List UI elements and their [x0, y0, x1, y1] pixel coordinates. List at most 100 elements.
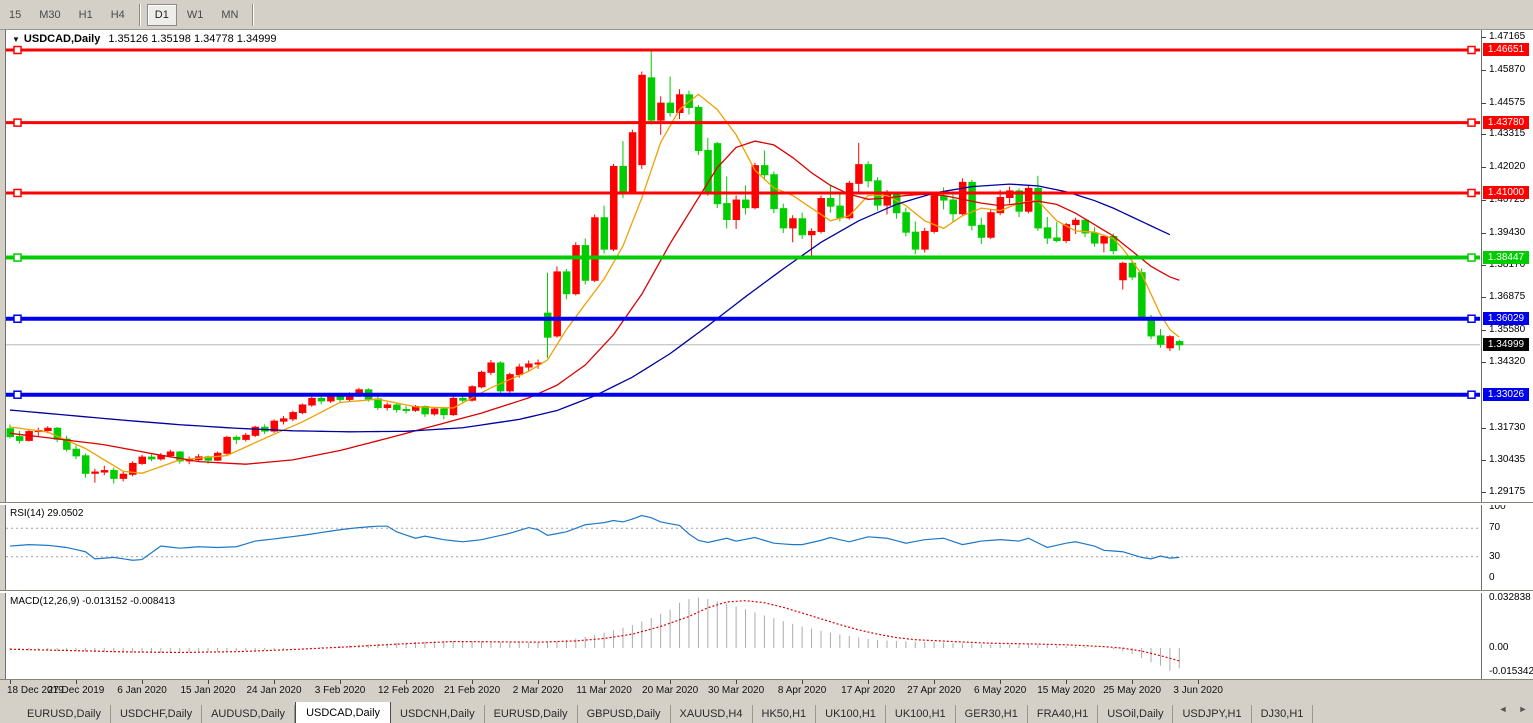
hline-handle[interactable]: [14, 315, 21, 322]
tab-gbpusd-daily[interactable]: GBPUSD,Daily: [578, 705, 671, 723]
time-tick: [76, 680, 77, 684]
current-price-badge: 1.34999: [1483, 338, 1529, 351]
symbol-dropdown-icon[interactable]: ▼: [12, 35, 20, 44]
date-label: 27 Dec 2019: [48, 685, 105, 696]
tab-hk50-h1[interactable]: HK50,H1: [753, 705, 817, 723]
time-tick: [1066, 680, 1067, 684]
time-tick: [934, 680, 935, 684]
timeframe-button-MN[interactable]: MN: [213, 4, 246, 26]
time-axis[interactable]: 18 Dec 201927 Dec 20196 Jan 202015 Jan 2…: [0, 679, 1533, 702]
price-tick-label: 1.35580: [1489, 324, 1525, 335]
hline-handle[interactable]: [1468, 189, 1475, 196]
pane-separator[interactable]: [0, 502, 1533, 505]
hline-handle[interactable]: [1468, 47, 1475, 54]
tab-eurusd-daily[interactable]: EURUSD,Daily: [485, 705, 578, 723]
price-level-badge: 1.36029: [1483, 312, 1529, 325]
chart-tabs-bar: EURUSD,DailyUSDCHF,DailyAUDUSD,DailyUSDC…: [0, 701, 1533, 723]
axis-tick: [1481, 167, 1486, 168]
time-tick: [802, 680, 803, 684]
price-tick-label: 1.36875: [1489, 291, 1525, 302]
tab-scroll-left-icon[interactable]: ◄: [1497, 704, 1509, 714]
timeframe-button-H1[interactable]: H1: [71, 4, 101, 26]
tab-usdchf-daily[interactable]: USDCHF,Daily: [111, 705, 202, 723]
time-tick: [472, 680, 473, 684]
time-tick: [274, 680, 275, 684]
hline-handle[interactable]: [1468, 254, 1475, 261]
axis-tick: [1481, 297, 1486, 298]
date-label: 25 May 2020: [1103, 685, 1161, 696]
macd-tick-label: -0.015342: [1489, 666, 1533, 677]
macd-tick-label: 0.032838: [1489, 592, 1531, 603]
candles: [7, 50, 1183, 483]
price-tick-label: 1.29175: [1489, 486, 1525, 497]
tabbar-spacer: [0, 703, 18, 723]
rsi-tick-label: 30: [1489, 551, 1500, 562]
ma-mid[interactable]: [10, 141, 1179, 464]
timeframe-button-M30[interactable]: M30: [31, 4, 68, 26]
hline-handle[interactable]: [14, 391, 21, 398]
tab-eurusd-daily[interactable]: EURUSD,Daily: [18, 705, 111, 723]
macd-tick-label: 0.00: [1489, 642, 1508, 653]
date-label: 6 Jan 2020: [117, 685, 167, 696]
time-tick: [736, 680, 737, 684]
axis-tick: [1481, 134, 1486, 135]
tab-fra40-h1[interactable]: FRA40,H1: [1028, 705, 1098, 723]
chart-symbol-label: USDCAD,Daily: [24, 33, 100, 45]
time-tick: [142, 680, 143, 684]
tab-usdcnh-daily[interactable]: USDCNH,Daily: [391, 705, 485, 723]
rsi-label: RSI(14) 29.0502: [10, 508, 83, 519]
price-tick-label: 1.43315: [1489, 128, 1525, 139]
date-label: 27 Apr 2020: [907, 685, 961, 696]
tab-scroll-right-icon[interactable]: ►: [1517, 704, 1529, 714]
price-tick-label: 1.45870: [1489, 64, 1525, 75]
date-label: 30 Mar 2020: [708, 685, 764, 696]
price-level-badge: 1.46651: [1483, 43, 1529, 56]
macd-pane[interactable]: [0, 592, 1533, 678]
tab-usoil-daily[interactable]: USOil,Daily: [1098, 705, 1173, 723]
time-tick: [406, 680, 407, 684]
hline-handle[interactable]: [14, 189, 21, 196]
hline-handle[interactable]: [1468, 315, 1475, 322]
date-label: 21 Feb 2020: [444, 685, 500, 696]
timeframe-toolbar: 15M30H1H4 D1W1MN: [0, 0, 1533, 30]
date-label: 3 Jun 2020: [1173, 685, 1223, 696]
ma-fast[interactable]: [10, 94, 1179, 473]
rsi-pane[interactable]: [0, 504, 1533, 590]
rsi-tick-label: 70: [1489, 522, 1500, 533]
date-label: 6 May 2020: [974, 685, 1026, 696]
hline-handle[interactable]: [14, 47, 21, 54]
axis-tick: [1481, 492, 1486, 493]
date-label: 20 Mar 2020: [642, 685, 698, 696]
timeframe-button-D1[interactable]: D1: [147, 4, 177, 26]
price-tick-label: 1.44575: [1489, 97, 1525, 108]
hline-handle[interactable]: [14, 254, 21, 261]
price-level-badge: 1.43780: [1483, 116, 1529, 129]
tab-uk100-h1[interactable]: UK100,H1: [886, 705, 956, 723]
date-label: 24 Jan 2020: [247, 685, 302, 696]
price-tick-label: 1.30435: [1489, 454, 1525, 465]
timeframe-button-15[interactable]: 15: [1, 4, 29, 26]
tab-usdjpy-h1[interactable]: USDJPY,H1: [1173, 705, 1251, 723]
tab-scroll-nav: ◄ ►: [1497, 704, 1529, 714]
tab-usdcad-daily[interactable]: USDCAD,Daily: [295, 701, 391, 723]
date-label: 11 Mar 2020: [576, 685, 631, 696]
timeframe-button-W1[interactable]: W1: [179, 4, 212, 26]
price-axis-border: [1481, 30, 1482, 679]
hline-handle[interactable]: [1468, 119, 1475, 126]
tab-ger30-h1[interactable]: GER30,H1: [956, 705, 1028, 723]
price-level-badge: 1.38447: [1483, 251, 1529, 264]
pane-separator[interactable]: [0, 590, 1533, 593]
tab-xauusd-h4[interactable]: XAUUSD,H4: [671, 705, 753, 723]
price-tick-label: 1.39430: [1489, 227, 1525, 238]
time-tick: [1132, 680, 1133, 684]
price-level-badge: 1.33026: [1483, 388, 1529, 401]
hline-handle[interactable]: [14, 119, 21, 126]
tab-audusd-daily[interactable]: AUDUSD,Daily: [202, 705, 295, 723]
axis-tick: [1481, 37, 1486, 38]
tab-dj30-h1[interactable]: DJ30,H1: [1252, 705, 1314, 723]
hline-handle[interactable]: [1468, 391, 1475, 398]
timeframe-button-H4[interactable]: H4: [103, 4, 133, 26]
price-chart-pane[interactable]: [0, 30, 1533, 502]
tab-uk100-h1[interactable]: UK100,H1: [816, 705, 886, 723]
axis-tick: [1481, 428, 1486, 429]
